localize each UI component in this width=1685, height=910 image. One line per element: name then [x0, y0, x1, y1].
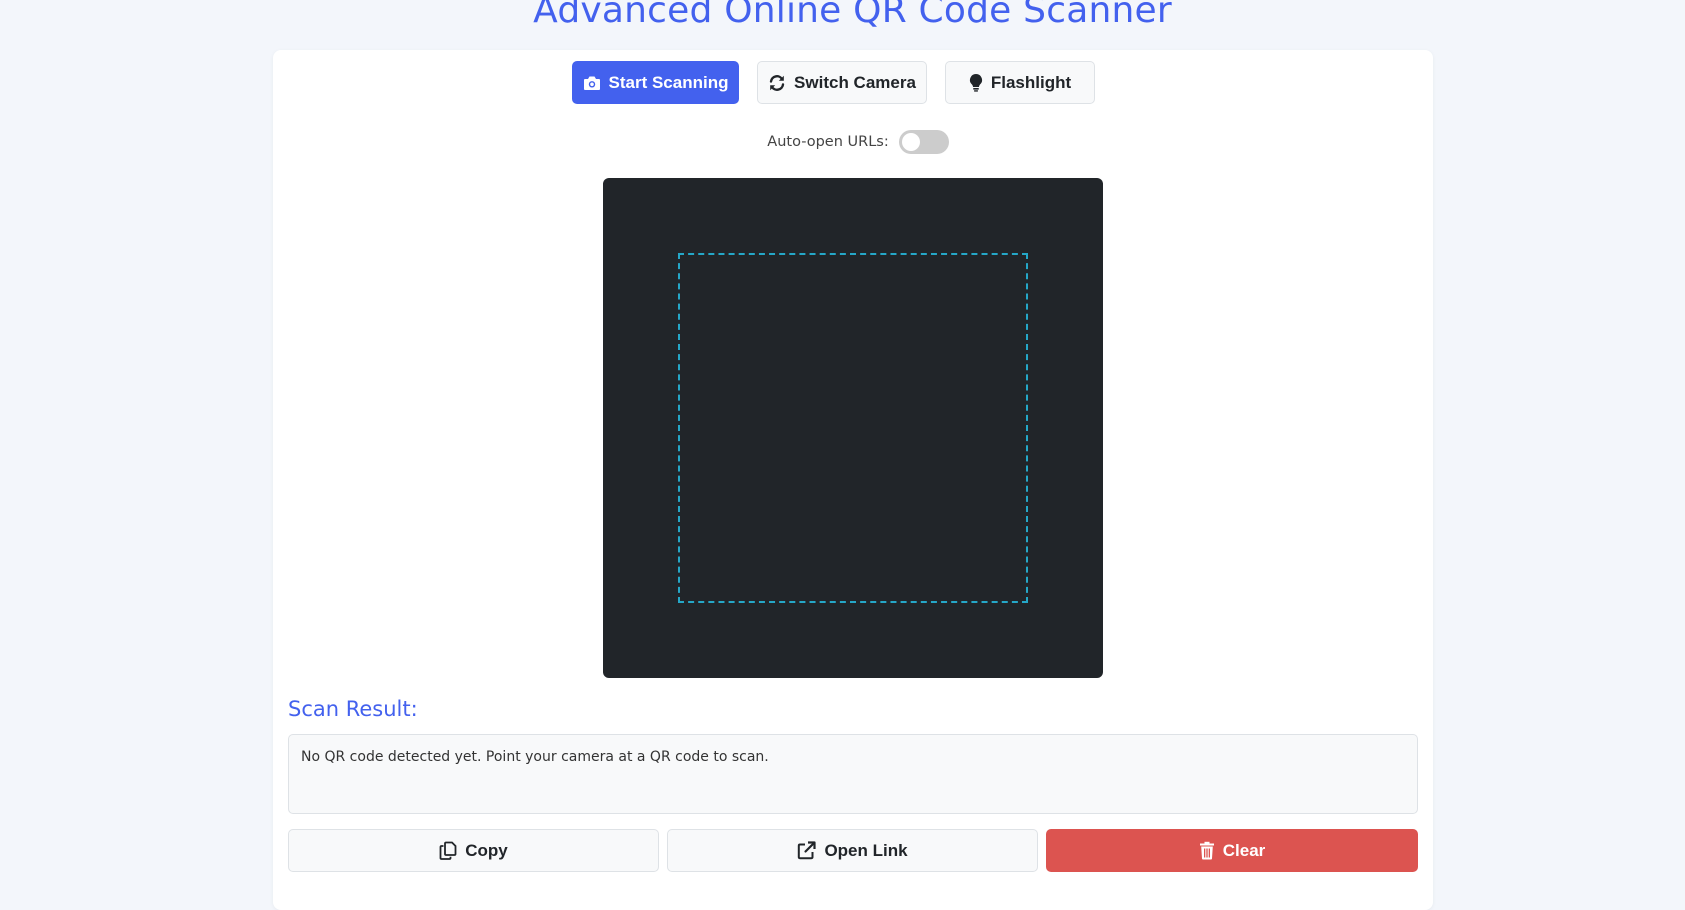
start-scanning-button[interactable]: Start Scanning — [572, 61, 739, 104]
flashlight-button[interactable]: Flashlight — [945, 61, 1095, 104]
scan-result-text: No QR code detected yet. Point your came… — [301, 749, 769, 765]
page-title: Advanced Online QR Code Scanner — [533, 0, 1172, 31]
start-scanning-label: Start Scanning — [608, 72, 729, 92]
lightbulb-icon — [969, 73, 983, 92]
scan-result-heading: Scan Result: — [288, 697, 418, 721]
scanner-card: Start Scanning Switch Camera Flashlight … — [273, 50, 1433, 910]
toggle-knob — [901, 133, 920, 151]
open-link-label: Open Link — [824, 840, 908, 860]
auto-open-row: Auto-open URLs: — [273, 130, 1433, 154]
open-link-button[interactable]: Open Link — [667, 829, 1038, 872]
camera-icon — [583, 75, 601, 91]
flashlight-label: Flashlight — [990, 72, 1072, 92]
external-link-icon — [797, 841, 817, 860]
sync-icon — [768, 74, 786, 92]
auto-open-label: Auto-open URLs: — [767, 134, 889, 150]
camera-preview — [603, 178, 1103, 678]
clear-label: Clear — [1222, 840, 1266, 860]
switch-camera-label: Switch Camera — [794, 72, 916, 92]
scan-result-box: No QR code detected yet. Point your came… — [288, 734, 1418, 814]
auto-open-toggle[interactable] — [898, 130, 949, 154]
trash-icon — [1199, 841, 1215, 860]
switch-camera-button[interactable]: Switch Camera — [757, 61, 927, 104]
copy-label: Copy — [465, 840, 508, 860]
copy-icon — [439, 841, 457, 860]
copy-button[interactable]: Copy — [288, 829, 659, 872]
scan-frame — [678, 253, 1028, 603]
clear-button[interactable]: Clear — [1046, 829, 1418, 872]
